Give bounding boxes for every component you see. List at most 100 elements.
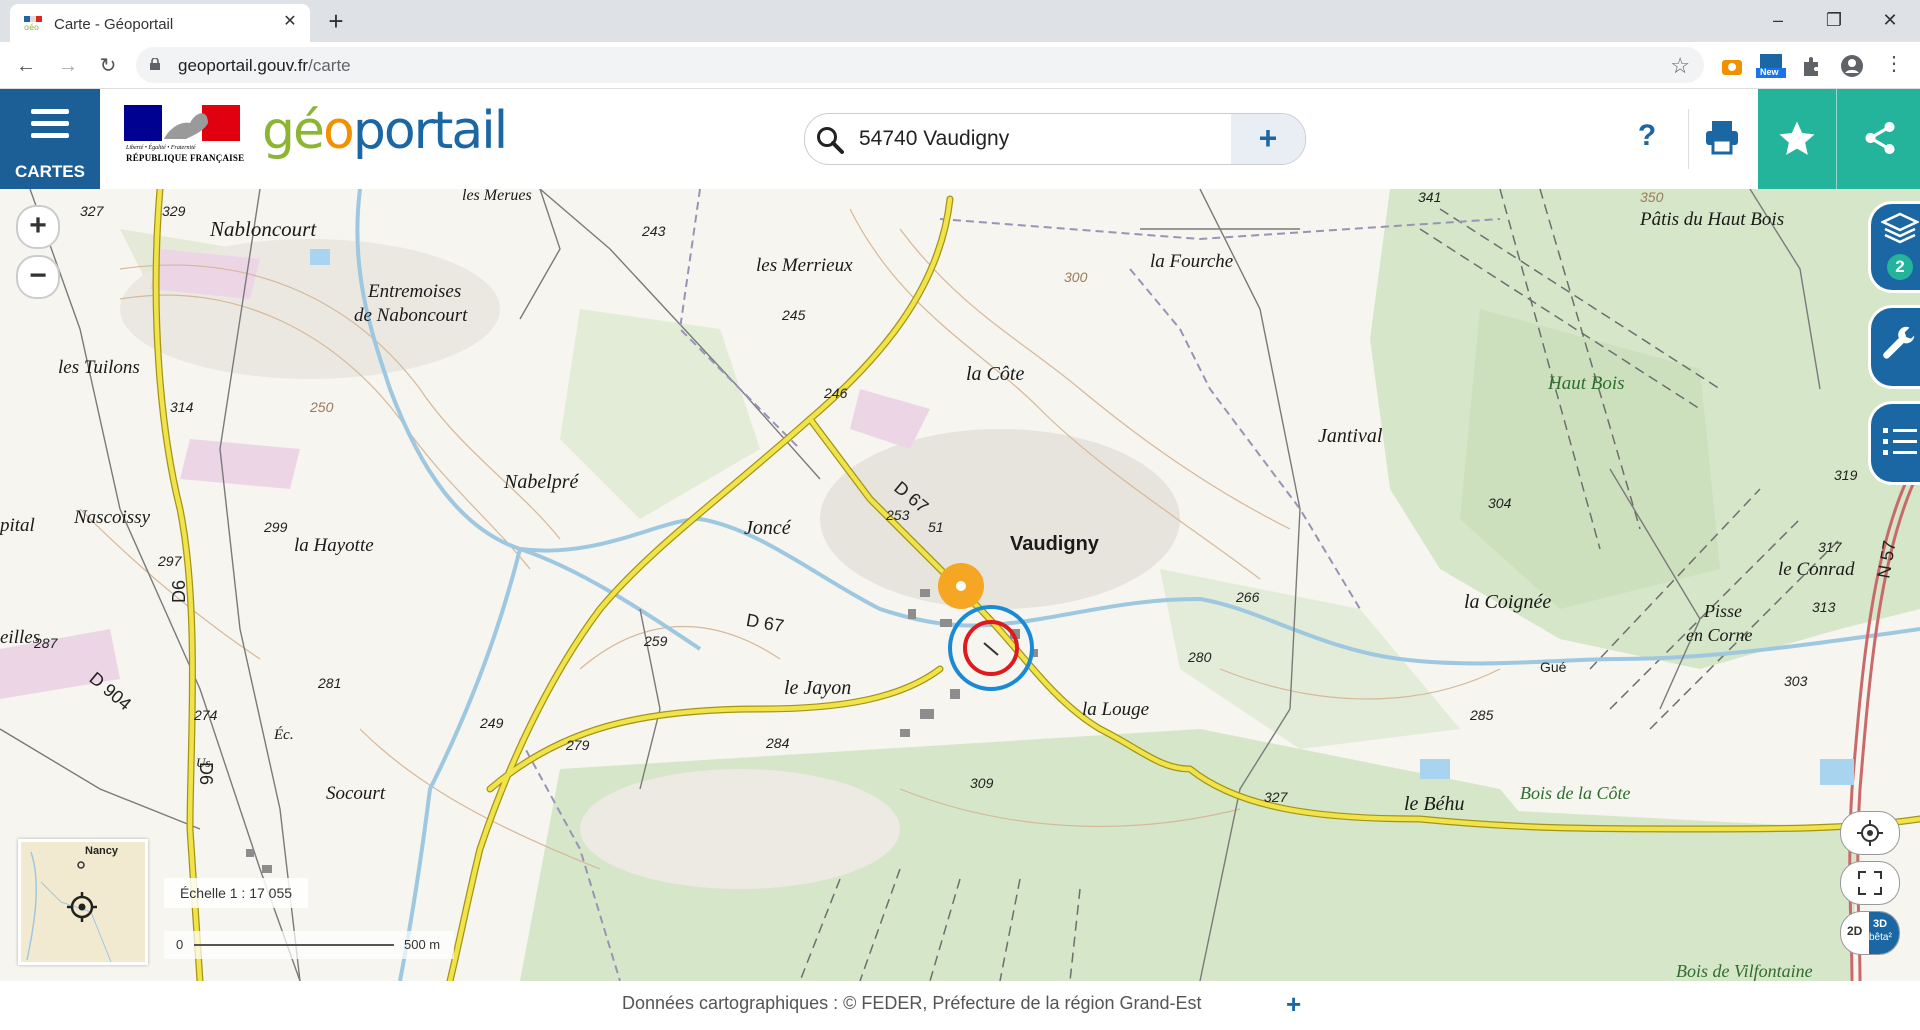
star-icon xyxy=(1779,121,1815,155)
place-label: Pâtis du Haut Bois xyxy=(1640,209,1785,230)
search-icon[interactable] xyxy=(815,125,845,155)
bookmark-star-icon[interactable]: ☆ xyxy=(1670,53,1690,79)
place-label: Socourt xyxy=(326,783,386,804)
village-label-vaudigny: Vaudigny xyxy=(1010,533,1099,555)
geoportail-favicon-icon: géo xyxy=(24,16,42,30)
profile-avatar-icon[interactable] xyxy=(1840,54,1864,78)
altitude-label: 319 xyxy=(1834,467,1858,483)
search-result-target-marker-icon[interactable] xyxy=(946,603,1036,693)
browser-toolbar: ← → ↻ geoportail.gouv.fr/carte ☆ New ⋮ xyxy=(0,42,1920,89)
view-mode-toggle[interactable]: 2D 3D bêta² xyxy=(1840,911,1900,955)
list-icon xyxy=(1883,428,1917,455)
map-canvas[interactable]: Nabloncourt Entremoises de Naboncourt le… xyxy=(0,189,1920,981)
print-icon[interactable] xyxy=(1702,117,1742,157)
wrench-icon xyxy=(1883,326,1915,359)
tab-title: Carte - Géoportail xyxy=(54,16,174,33)
geoportail-logo[interactable]: géoportail xyxy=(262,101,508,161)
attribution-more-button[interactable]: + xyxy=(1286,989,1301,1020)
close-tab-icon[interactable]: ✕ xyxy=(280,12,300,32)
place-label: pital xyxy=(0,515,35,536)
altitude-label: 243 xyxy=(642,223,666,239)
tools-panel-button[interactable] xyxy=(1868,305,1920,389)
address-bar[interactable]: geoportail.gouv.fr/carte ☆ xyxy=(136,47,1704,83)
altitude-label: 309 xyxy=(970,775,994,791)
minimize-button[interactable]: – xyxy=(1758,6,1798,34)
legend-panel-button[interactable] xyxy=(1868,401,1920,485)
place-label: la Côte xyxy=(966,363,1025,385)
place-label: Jantival xyxy=(1318,425,1383,447)
scale-text: Échelle 1 : 17 055 xyxy=(164,878,308,908)
altitude-label: 245 xyxy=(782,307,806,323)
altitude-label: 249 xyxy=(480,715,504,731)
altitude-label: 274 xyxy=(194,707,218,723)
zoom-in-button[interactable]: + xyxy=(16,205,60,249)
fullscreen-button[interactable] xyxy=(1840,861,1900,905)
browser-tab-bar: géo Carte - Géoportail ✕ + – ❐ ✕ xyxy=(0,0,1920,42)
altitude-label: 253 xyxy=(886,507,910,523)
contour-label: 250 xyxy=(310,399,334,415)
geolocate-button[interactable] xyxy=(1840,811,1900,855)
svg-text:géo: géo xyxy=(24,22,39,30)
share-button[interactable] xyxy=(1836,89,1920,189)
mode-3d-label: 3D xyxy=(1873,918,1888,930)
overview-crosshair-icon xyxy=(67,892,97,922)
place-label: le Jayon xyxy=(784,677,852,699)
place-label: le Béhu xyxy=(1404,793,1465,815)
forward-button[interactable]: → xyxy=(54,52,82,80)
altitude-label: 281 xyxy=(318,675,342,691)
place-label: Éc. xyxy=(274,727,294,743)
scale-bar: 0 500 m xyxy=(164,931,454,959)
mode-3d-button[interactable]: 3D bêta² xyxy=(1869,912,1899,954)
gov-name: RÉPUBLIQUE FRANÇAISE xyxy=(126,153,245,163)
mode-2d-label[interactable]: 2D xyxy=(1847,924,1862,938)
altitude-label: 297 xyxy=(158,553,182,569)
back-button[interactable]: ← xyxy=(12,52,40,80)
share-icon xyxy=(1865,121,1895,155)
favorites-button[interactable] xyxy=(1758,89,1836,189)
extension-new-icon[interactable]: New xyxy=(1756,54,1786,78)
place-label: Nabelpré xyxy=(504,471,579,493)
ford-label: Gué xyxy=(1540,659,1567,675)
lock-icon xyxy=(150,58,160,70)
place-label: la Coignée xyxy=(1464,591,1552,613)
place-label: le Conrad xyxy=(1778,559,1855,580)
header-divider xyxy=(1688,109,1689,169)
logo-o: o xyxy=(323,101,355,161)
altitude-label: 287 xyxy=(34,635,58,651)
help-button[interactable]: ? xyxy=(1630,119,1664,159)
overview-map[interactable]: Nancy xyxy=(18,839,148,965)
contour-label: 300 xyxy=(1064,269,1088,285)
gov-motto: Liberté • Égalité • Fraternité xyxy=(126,145,196,151)
place-label: de Naboncourt xyxy=(354,305,468,326)
layers-count-badge: 2 xyxy=(1887,254,1913,280)
altitude-label: 280 xyxy=(1188,649,1212,665)
contour-label: 350 xyxy=(1640,189,1664,205)
restore-button[interactable]: ❐ xyxy=(1814,6,1854,34)
place-label: Bois de la Côte xyxy=(1520,783,1631,803)
cartes-menu-button[interactable]: CARTES xyxy=(0,89,100,189)
altitude-label: 259 xyxy=(644,633,668,649)
extensions-puzzle-icon[interactable] xyxy=(1800,54,1824,78)
search-input[interactable] xyxy=(857,122,1201,156)
browser-menu-icon[interactable]: ⋮ xyxy=(1880,50,1908,78)
altitude-label: 327 xyxy=(1264,789,1288,805)
place-label: Pisse xyxy=(1704,601,1742,621)
altitude-label: 279 xyxy=(566,737,590,753)
new-tab-button[interactable]: + xyxy=(322,8,350,36)
reload-button[interactable]: ↻ xyxy=(94,52,122,80)
extension-camera-icon[interactable] xyxy=(1720,54,1744,78)
browser-tab[interactable]: géo Carte - Géoportail ✕ xyxy=(10,4,310,42)
altitude-label: 329 xyxy=(162,203,186,219)
layers-panel-button[interactable]: 2 xyxy=(1868,201,1920,293)
advanced-search-button[interactable]: + xyxy=(1231,114,1305,164)
altitude-label: 304 xyxy=(1488,495,1512,511)
zoom-out-button[interactable]: − xyxy=(16,255,60,299)
altitude-label: 303 xyxy=(1784,673,1808,689)
cartes-label: CARTES xyxy=(15,162,85,181)
window-close-button[interactable]: ✕ xyxy=(1870,6,1910,34)
place-label: les Merues xyxy=(462,189,532,204)
search-box: + xyxy=(804,113,1306,165)
url-text: geoportail.gouv.fr/carte xyxy=(178,56,351,75)
place-label: la Fourche xyxy=(1150,251,1234,272)
place-label: la Hayotte xyxy=(294,535,374,556)
